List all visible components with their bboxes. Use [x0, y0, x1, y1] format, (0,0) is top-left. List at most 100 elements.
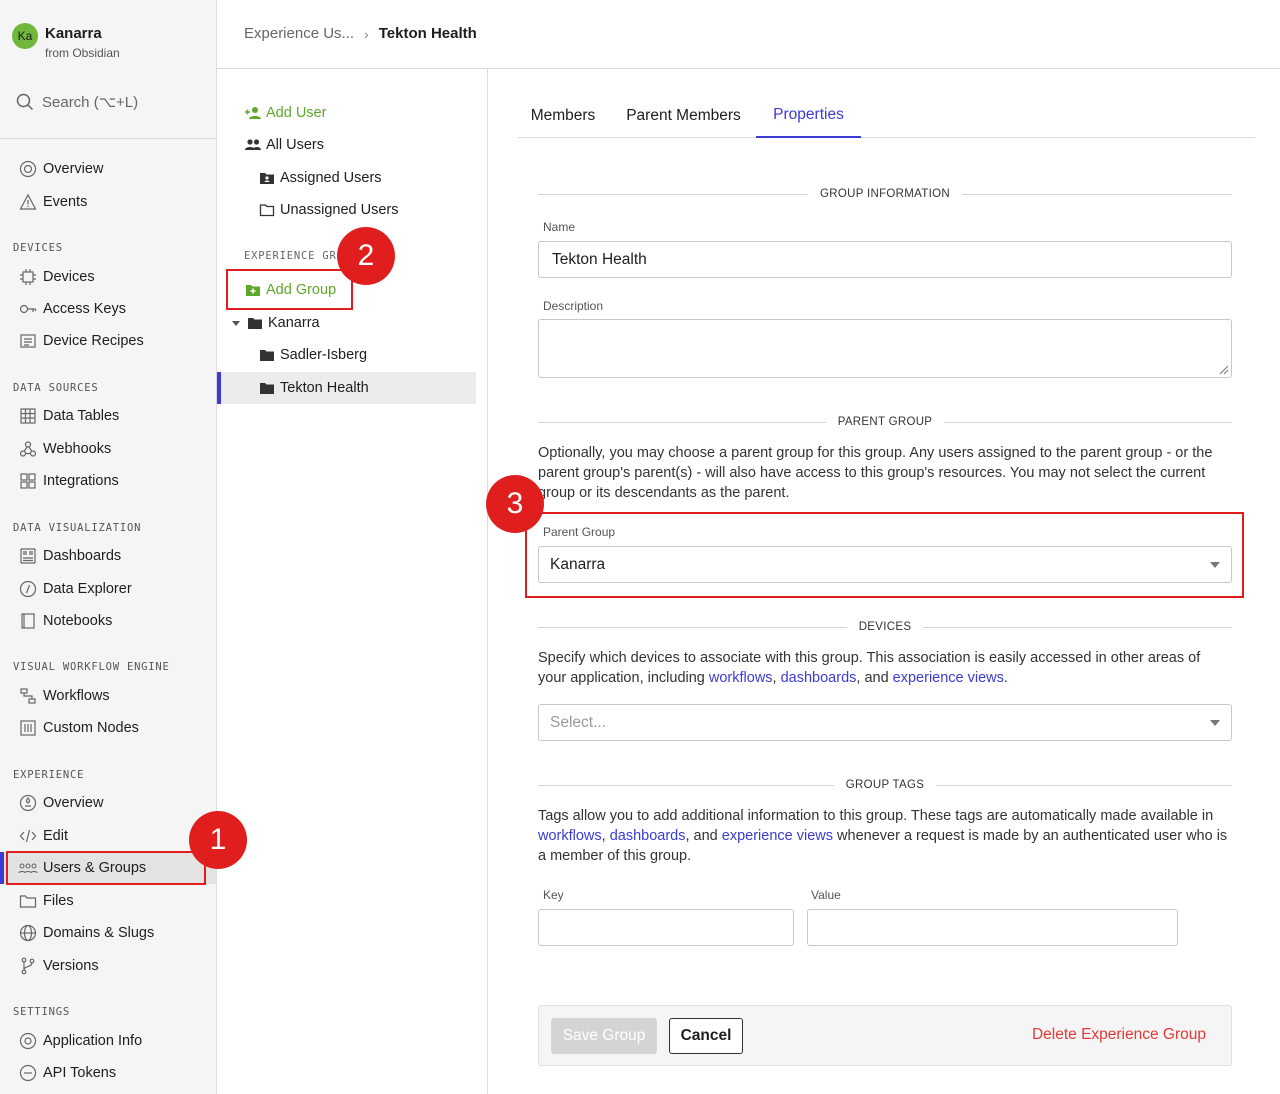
nav-versions[interactable]: Versions — [0, 950, 216, 982]
top-bar: Experience Us... › Tekton Health — [217, 0, 1280, 69]
description-textarea[interactable] — [538, 319, 1232, 378]
dashboards-link[interactable]: dashboards — [610, 828, 686, 844]
group-tekton-health[interactable]: Tekton Health — [217, 372, 476, 404]
nav-edit[interactable]: Edit — [0, 820, 216, 852]
custom-nodes-icon — [18, 718, 38, 738]
table-icon — [18, 406, 38, 426]
experience-views-link[interactable]: experience views — [722, 828, 833, 844]
key-icon — [18, 299, 38, 319]
devices-select[interactable]: Select... — [538, 704, 1232, 741]
workflows-link[interactable]: workflows — [709, 670, 773, 686]
nav-domains-slugs[interactable]: Domains & Slugs — [0, 917, 216, 949]
tag-key-input[interactable] — [538, 909, 794, 946]
search-label: Search (⌥+L) — [42, 94, 139, 111]
workflows-link[interactable]: workflows — [538, 828, 602, 844]
chip-icon — [18, 267, 38, 287]
section-data-visualization: DATA VISUALIZATION — [13, 522, 142, 534]
nav-events[interactable]: Events — [0, 186, 216, 218]
nav-notebooks[interactable]: Notebooks — [0, 605, 216, 637]
search-icon — [16, 93, 34, 111]
tag-value-input[interactable] — [807, 909, 1178, 946]
nav-custom-nodes[interactable]: Custom Nodes — [0, 712, 216, 744]
overview-icon — [18, 159, 38, 179]
nav-workflows[interactable]: Workflows — [0, 680, 216, 712]
integration-icon — [18, 471, 38, 491]
experience-views-link[interactable]: experience views — [893, 670, 1004, 686]
unassigned-users-item[interactable]: Unassigned Users — [217, 194, 476, 226]
nav-users-groups[interactable]: Users & Groups — [0, 852, 216, 884]
cancel-button[interactable]: Cancel — [669, 1018, 743, 1054]
description-label: Description — [543, 299, 604, 313]
tab-parent-members[interactable]: Parent Members — [626, 94, 741, 138]
section-experience: EXPERIENCE — [13, 769, 85, 781]
nav-application-info[interactable]: Application Info — [0, 1025, 216, 1057]
workflow-icon — [18, 686, 38, 706]
folder-icon — [18, 891, 38, 911]
notebook-icon — [18, 611, 38, 631]
nav-devices[interactable]: Devices — [0, 261, 216, 293]
add-folder-icon — [244, 281, 262, 299]
all-users-item[interactable]: All Users — [217, 129, 476, 161]
folder-icon — [258, 379, 276, 397]
section-visual-workflow-engine: VISUAL WORKFLOW ENGINE — [13, 661, 170, 673]
nav-data-tables[interactable]: Data Tables — [0, 400, 216, 432]
group-sadler-isberg[interactable]: Sadler-Isberg — [217, 339, 476, 371]
globe-icon — [18, 923, 38, 943]
explorer-icon — [18, 579, 38, 599]
users-icon — [18, 858, 38, 878]
group-tags-help: Tags allow you to add additional informa… — [538, 808, 1228, 864]
experience-groups-label: EXPERIENCE GR — [244, 250, 337, 262]
assigned-users-item[interactable]: Assigned Users — [217, 162, 476, 194]
nav-device-recipes[interactable]: Device Recipes — [0, 325, 216, 357]
experience-overview-icon — [18, 793, 38, 813]
tab-bar: Members Parent Members Properties — [518, 94, 1255, 138]
value-label: Value — [811, 888, 841, 902]
devices-placeholder: Select... — [550, 713, 606, 731]
org-switcher[interactable]: Ka Kanarra from Obsidian — [12, 22, 120, 60]
sidebar: Ka Kanarra from Obsidian Search (⌥+L) Ov… — [0, 0, 217, 1094]
tab-properties[interactable]: Properties — [756, 94, 861, 138]
section-data-sources: DATA SOURCES — [13, 382, 99, 394]
add-user-button[interactable]: Add User — [217, 97, 476, 129]
parent-group-label: Parent Group — [543, 525, 616, 539]
nav-access-keys[interactable]: Access Keys — [0, 293, 216, 325]
form-actions: Save Group Cancel Delete Experience Grou… — [538, 1005, 1232, 1066]
section-settings: SETTINGS — [13, 1006, 70, 1018]
avatar: Ka — [12, 23, 38, 49]
folder-icon — [258, 346, 276, 364]
save-group-button[interactable]: Save Group — [551, 1018, 657, 1054]
group-kanarra[interactable]: Kanarra — [217, 307, 476, 339]
nav-overview[interactable]: Overview — [0, 153, 216, 185]
token-icon — [18, 1063, 38, 1083]
group-tags-header: GROUP TAGS — [538, 778, 1233, 792]
breadcrumb-parent[interactable]: Experience Us... — [244, 25, 354, 42]
dashboards-link[interactable]: dashboards — [781, 670, 857, 686]
name-input[interactable]: Tekton Health — [538, 241, 1232, 278]
folder-outline-icon — [258, 201, 276, 219]
nav-integrations[interactable]: Integrations — [0, 465, 216, 497]
delete-experience-group-button[interactable]: Delete Experience Group — [1032, 1026, 1206, 1044]
caret-down-icon[interactable] — [232, 320, 240, 326]
section-devices: DEVICES — [13, 242, 63, 254]
code-icon — [18, 826, 38, 846]
parent-group-select[interactable]: Kanarra — [538, 546, 1232, 583]
nav-webhooks[interactable]: Webhooks — [0, 433, 216, 465]
group-information-header: GROUP INFORMATION — [538, 187, 1232, 201]
search-button[interactable]: Search (⌥+L) — [16, 93, 138, 111]
nav-files[interactable]: Files — [0, 885, 216, 917]
nav-api-tokens[interactable]: API Tokens — [0, 1057, 216, 1089]
branch-icon — [18, 956, 38, 976]
caret-down-icon — [1210, 719, 1220, 726]
nav-experience-overview[interactable]: Overview — [0, 787, 216, 819]
resize-handle-icon[interactable] — [1217, 363, 1229, 375]
nav-dashboards[interactable]: Dashboards — [0, 540, 216, 572]
divider — [0, 138, 216, 139]
add-group-button[interactable]: Add Group — [217, 274, 476, 306]
tab-members[interactable]: Members — [530, 94, 596, 138]
webhook-icon — [18, 439, 38, 459]
devices-header: DEVICES — [538, 620, 1232, 634]
warning-icon — [18, 192, 38, 212]
dashboard-icon — [18, 546, 38, 566]
users-groups-panel: Add User All Users Assigned Users Unassi… — [217, 69, 488, 1094]
nav-data-explorer[interactable]: Data Explorer — [0, 573, 216, 605]
